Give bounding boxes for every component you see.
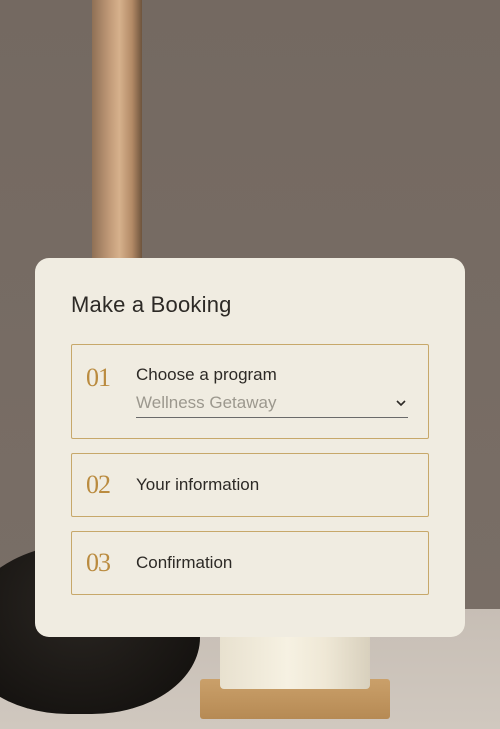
card-title: Make a Booking [71,292,429,318]
step-label: Choose a program [136,365,408,385]
program-select[interactable]: Wellness Getaway [136,393,408,418]
step-choose-program[interactable]: 01 Choose a program Wellness Getaway [71,344,429,439]
booking-card: Make a Booking 01 Choose a program Welln… [35,258,465,637]
step-label: Your information [136,475,259,495]
step-number: 01 [86,365,120,391]
step-your-information[interactable]: 02 Your information [71,453,429,517]
step-body: Choose a program Wellness Getaway [136,365,408,418]
step-label: Confirmation [136,553,232,573]
step-number: 03 [86,550,120,576]
step-confirmation[interactable]: 03 Confirmation [71,531,429,595]
chevron-down-icon [394,396,408,410]
program-select-value: Wellness Getaway [136,393,394,413]
step-number: 02 [86,472,120,498]
